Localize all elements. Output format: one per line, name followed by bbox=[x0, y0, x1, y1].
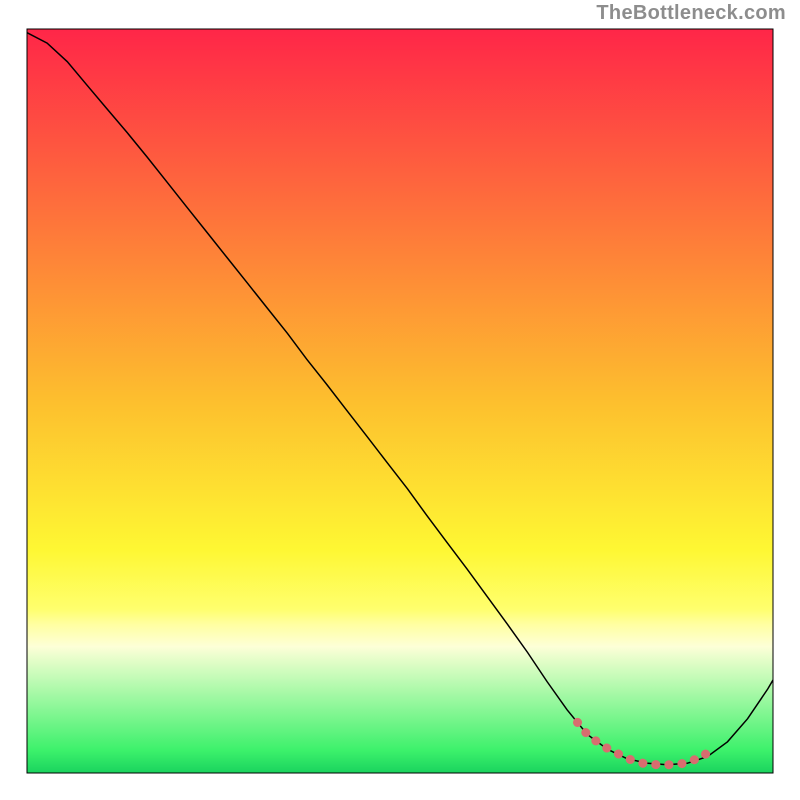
gradient-background bbox=[27, 29, 773, 773]
bottleneck-chart bbox=[0, 0, 800, 800]
watermark: TheBottleneck.com bbox=[596, 2, 786, 25]
